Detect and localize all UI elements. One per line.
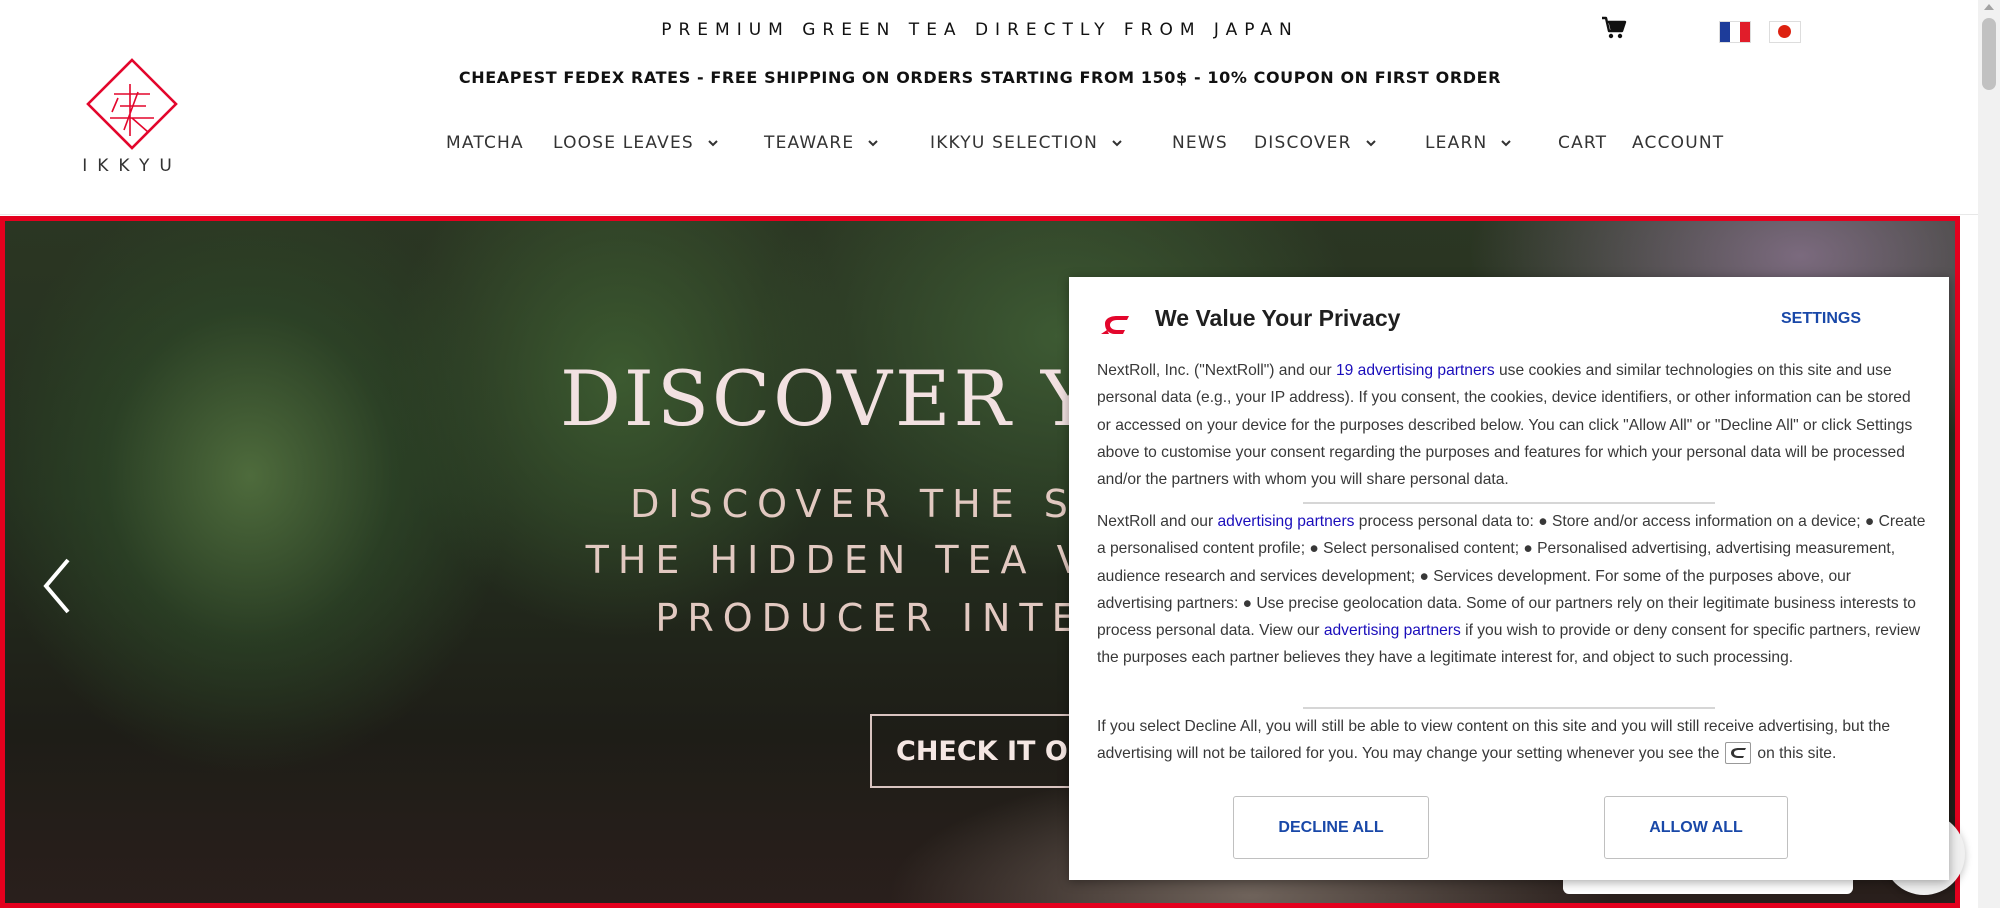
chevron-left-icon[interactable] <box>40 556 74 616</box>
chevron-down-icon <box>1112 140 1122 147</box>
advertising-partners-link[interactable]: advertising partners <box>1217 513 1354 530</box>
consent-divider <box>1303 707 1715 709</box>
consent-text: use cookies and similar technologies on … <box>1097 362 1913 489</box>
scroll-up-arrow-icon[interactable] <box>1984 4 1994 10</box>
page-scrollbar[interactable] <box>1978 0 2000 908</box>
cart-icon[interactable] <box>1601 16 1627 40</box>
hero-title: DISCOVER YA <box>560 354 1147 443</box>
advertising-partners-link[interactable]: advertising partners <box>1324 622 1461 639</box>
logo-text: IKKYU <box>82 156 182 176</box>
shipping-banner: CHEAPEST FEDEX RATES - FREE SHIPPING ON … <box>458 68 1502 87</box>
nav-label: NEWS <box>1172 133 1228 153</box>
consent-title: We Value Your Privacy <box>1155 305 1401 331</box>
consent-text: NextRoll, Inc. ("NextRoll") and our <box>1097 362 1336 379</box>
nav-ikkyu-selection[interactable]: IKKYU SELECTION <box>930 133 1122 153</box>
nav-matcha[interactable]: MATCHA <box>446 133 524 153</box>
flag-jp-icon[interactable] <box>1769 21 1801 43</box>
chevron-down-icon <box>708 140 718 147</box>
main-nav: MATCHA LOOSE LEAVES TEAWARE IKKYU SELECT… <box>0 133 2000 157</box>
consent-paragraph-3: If you select Decline All, you will stil… <box>1097 713 1927 768</box>
nextroll-badge-icon[interactable] <box>1725 742 1752 765</box>
nav-label: MATCHA <box>446 133 524 153</box>
chevron-down-icon <box>1365 140 1376 147</box>
nav-discover[interactable]: DISCOVER <box>1254 133 1376 153</box>
allow-all-button[interactable]: ALLOW ALL <box>1604 796 1788 859</box>
consent-paragraph-1: NextRoll, Inc. ("NextRoll") and our 19 a… <box>1097 357 1927 493</box>
nav-loose-leaves[interactable]: LOOSE LEAVES <box>553 133 718 153</box>
flag-fr-icon[interactable] <box>1719 21 1751 43</box>
nav-label: CART <box>1558 133 1608 153</box>
nav-label: LOOSE LEAVES <box>553 133 694 153</box>
advertising-partners-link[interactable]: 19 advertising partners <box>1336 362 1495 379</box>
nav-label: IKKYU SELECTION <box>930 133 1099 153</box>
hidden-widget-strip <box>1563 878 1853 894</box>
consent-text: on this site. <box>1757 745 1837 763</box>
consent-text: NextRoll and our <box>1097 513 1218 530</box>
decline-all-button[interactable]: DECLINE ALL <box>1233 796 1429 859</box>
nextroll-logo-icon <box>1101 316 1129 334</box>
nav-news[interactable]: NEWS <box>1172 133 1228 153</box>
header-divider <box>0 214 1978 215</box>
nav-label: TEAWARE <box>764 133 855 153</box>
chevron-down-icon <box>1501 140 1512 147</box>
nav-label: ACCOUNT <box>1632 133 1725 153</box>
chevron-down-icon <box>868 140 879 147</box>
consent-paragraph-2: NextRoll and our advertising partners pr… <box>1097 508 1927 672</box>
tagline: PREMIUM GREEN TEA DIRECTLY FROM JAPAN <box>661 20 1299 40</box>
privacy-consent-dialog: We Value Your Privacy SETTINGS NextRoll,… <box>1069 277 1949 880</box>
settings-link[interactable]: SETTINGS <box>1781 310 1861 328</box>
nav-teaware[interactable]: TEAWARE <box>764 133 879 153</box>
nav-learn[interactable]: LEARN <box>1425 133 1512 153</box>
nav-label: DISCOVER <box>1254 133 1352 153</box>
consent-divider <box>1303 502 1715 504</box>
nav-account[interactable]: ACCOUNT <box>1632 133 1724 153</box>
nav-label: LEARN <box>1425 133 1488 153</box>
nav-cart[interactable]: CART <box>1558 133 1607 153</box>
scroll-thumb[interactable] <box>1982 18 1996 90</box>
consent-text: process personal data to: ● Store and/or… <box>1097 513 1926 640</box>
